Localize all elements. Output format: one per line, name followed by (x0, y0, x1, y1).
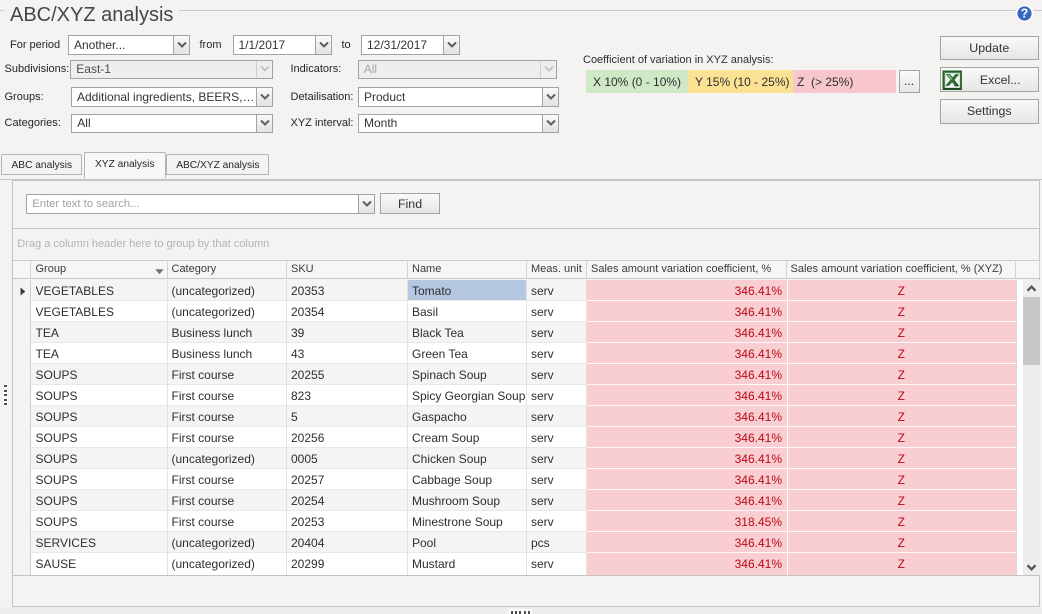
svg-text:?: ? (1021, 7, 1029, 21)
